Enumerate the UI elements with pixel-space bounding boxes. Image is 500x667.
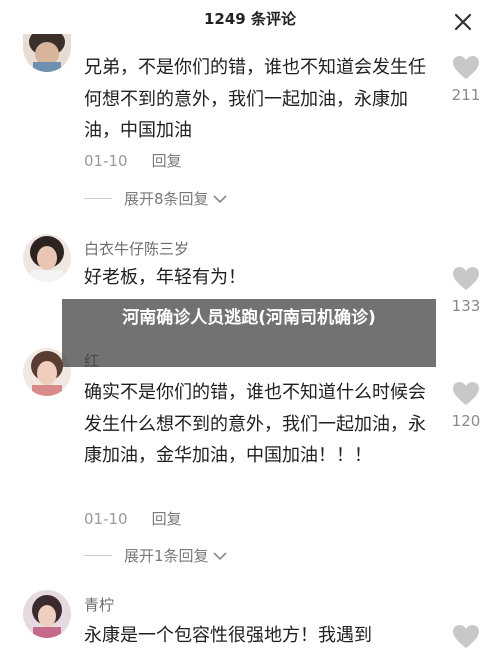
heart-icon xyxy=(453,625,479,648)
like-button[interactable]: 133 xyxy=(441,266,491,315)
like-button[interactable] xyxy=(441,624,491,649)
comment-text: 兄弟，不是你们的错，谁也不知道会发生任何想不到的意外，我们一起加油，永康加油，中… xyxy=(84,57,426,141)
comment-meta: 01-10 回复 xyxy=(84,508,182,529)
like-count: 120 xyxy=(451,412,481,430)
heart-icon xyxy=(453,56,479,79)
close-icon[interactable] xyxy=(452,11,474,33)
chevron-down-icon xyxy=(212,551,227,560)
like-button[interactable]: 120 xyxy=(441,381,491,430)
comment-text: 永康是一个包容性很强地方！我遇到 xyxy=(84,625,372,646)
comment-count-title: 1249 条评论 xyxy=(204,10,296,28)
reply-button[interactable]: 回复 xyxy=(152,152,182,170)
expand-replies-label: 展开1条回复 xyxy=(124,547,209,565)
avatar[interactable] xyxy=(23,34,71,72)
avatar[interactable] xyxy=(23,234,71,282)
comment-date: 01-10 xyxy=(84,152,128,170)
chevron-down-icon xyxy=(212,194,227,203)
comment-date: 01-10 xyxy=(84,510,128,528)
divider xyxy=(84,555,112,556)
heart-icon xyxy=(453,267,479,290)
avatar[interactable] xyxy=(23,590,71,638)
comment-text: 确实不是你们的错，谁也不知道什么时候会发生什么想不到的意外，我们一起加油，永康加… xyxy=(84,382,426,466)
expand-replies-button[interactable]: 展开1条回复 xyxy=(84,545,227,566)
title-overlay: 河南确诊人员逃跑(河南司机确诊) xyxy=(62,299,436,367)
comment-meta: 01-10 回复 xyxy=(84,150,182,171)
expand-replies-button[interactable]: 展开8条回复 xyxy=(84,188,227,209)
comments-header: 1249 条评论 xyxy=(0,0,500,40)
expand-replies-label: 展开8条回复 xyxy=(124,190,209,208)
comment-text: 好老板，年轻有为！ xyxy=(84,267,246,288)
username[interactable]: 青柠 xyxy=(84,594,114,615)
divider xyxy=(84,198,112,199)
like-button[interactable]: 211 xyxy=(441,55,491,104)
like-count: 211 xyxy=(451,86,481,104)
reply-button[interactable]: 回复 xyxy=(152,510,182,528)
heart-icon xyxy=(453,382,479,405)
like-count: 133 xyxy=(451,297,481,315)
username[interactable]: 白衣牛仔陈三岁 xyxy=(84,238,189,259)
